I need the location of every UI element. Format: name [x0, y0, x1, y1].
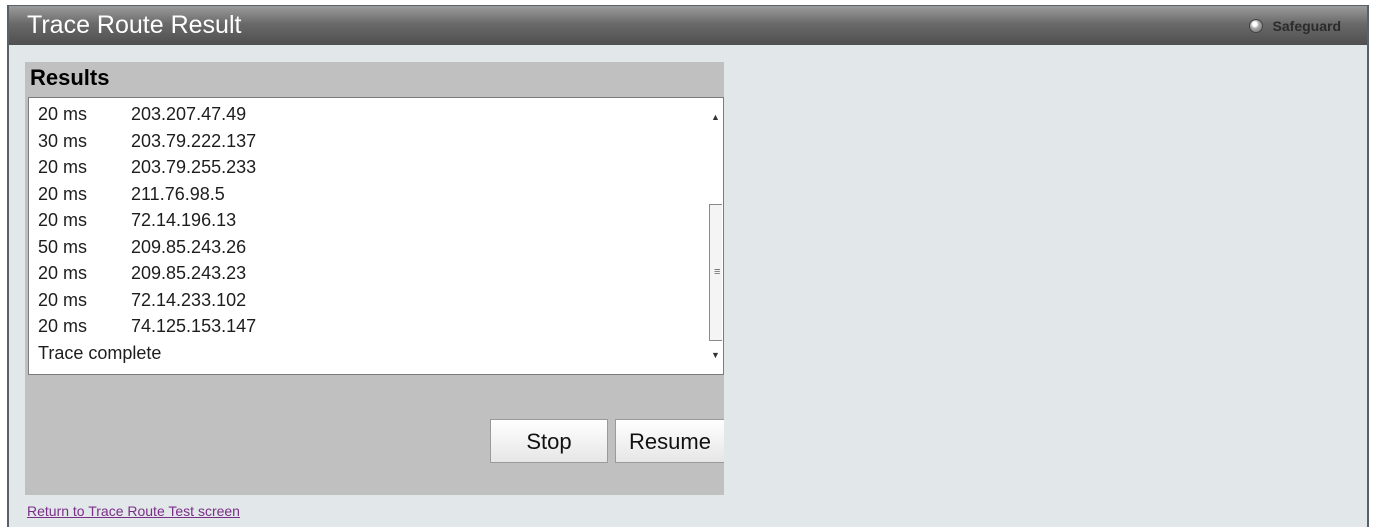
- results-textarea[interactable]: 20 ms 203.207.47.49 30 ms 203.79.222.137 2…: [28, 97, 724, 375]
- scroll-down-arrow-icon[interactable]: ▼: [711, 350, 720, 360]
- hop-time: 20 ms: [38, 210, 88, 230]
- result-row: 20 ms 211.76.98.5: [38, 181, 256, 208]
- hop-time: 20 ms: [38, 263, 88, 283]
- result-row: 50 ms 209.85.243.26: [38, 234, 256, 261]
- hop-ip: 209.85.243.26: [131, 236, 247, 257]
- result-row: 20 ms 74.125.153.147: [38, 313, 256, 340]
- result-row: 20 ms 72.14.196.13: [38, 207, 256, 234]
- title-bar: Trace Route Result Safeguard: [9, 6, 1367, 45]
- safeguard-icon: [1248, 19, 1263, 33]
- hop-time: 20 ms: [38, 289, 88, 310]
- hop-ip: 74.125.153.147: [131, 316, 257, 336]
- hop-ip: 72.14.196.13: [131, 210, 237, 230]
- page-title: Trace Route Result: [27, 11, 242, 39]
- result-row: 20 ms 203.207.47.49: [38, 101, 256, 128]
- hop-ip: 203.79.255.233: [131, 157, 257, 177]
- safeguard-indicator[interactable]: Safeguard: [1248, 18, 1341, 34]
- vertical-scrollbar[interactable]: ▲ ≡ ▼: [709, 98, 723, 374]
- results-panel: Results 20 ms 203.207.47.49 30 ms 203.79.2…: [25, 62, 724, 495]
- result-row: 30 ms 203.79.222.137: [38, 128, 256, 155]
- results-list: 20 ms 203.207.47.49 30 ms 203.79.222.137 2…: [38, 101, 256, 366]
- hop-ip: 72.14.233.102: [131, 289, 247, 310]
- trace-status: Trace complete: [38, 342, 162, 363]
- result-row: 20 ms 209.85.243.23: [38, 260, 256, 287]
- hop-ip: 203.207.47.49: [131, 104, 247, 124]
- hop-time: 20 ms: [38, 104, 88, 124]
- result-row: 20 ms 203.79.255.233: [38, 154, 256, 181]
- result-row: 20 ms 72.14.233.102: [38, 287, 256, 314]
- hop-time: 20 ms: [38, 183, 88, 204]
- hop-time: 30 ms: [38, 130, 88, 151]
- hop-ip: 203.79.222.137: [131, 130, 257, 151]
- trace-route-result-window: Trace Route Result Safeguard Results 20 …: [7, 5, 1369, 527]
- scroll-up-arrow-icon[interactable]: ▲: [711, 112, 720, 122]
- hop-time: 20 ms: [38, 316, 88, 336]
- hop-time: 20 ms: [38, 157, 88, 177]
- grip-icon: ≡: [714, 266, 721, 278]
- results-header: Results: [30, 65, 110, 90]
- resume-button[interactable]: Resume: [615, 419, 724, 463]
- hop-ip: 209.85.243.23: [131, 263, 247, 283]
- return-to-trace-route-test-link[interactable]: Return to Trace Route Test screen: [27, 502, 240, 520]
- hop-ip: 211.76.98.5: [131, 183, 225, 204]
- scrollbar-thumb[interactable]: ≡: [709, 204, 722, 341]
- hop-time: 50 ms: [38, 236, 88, 257]
- stop-button[interactable]: Stop: [490, 419, 608, 463]
- safeguard-label: Safeguard: [1272, 18, 1341, 34]
